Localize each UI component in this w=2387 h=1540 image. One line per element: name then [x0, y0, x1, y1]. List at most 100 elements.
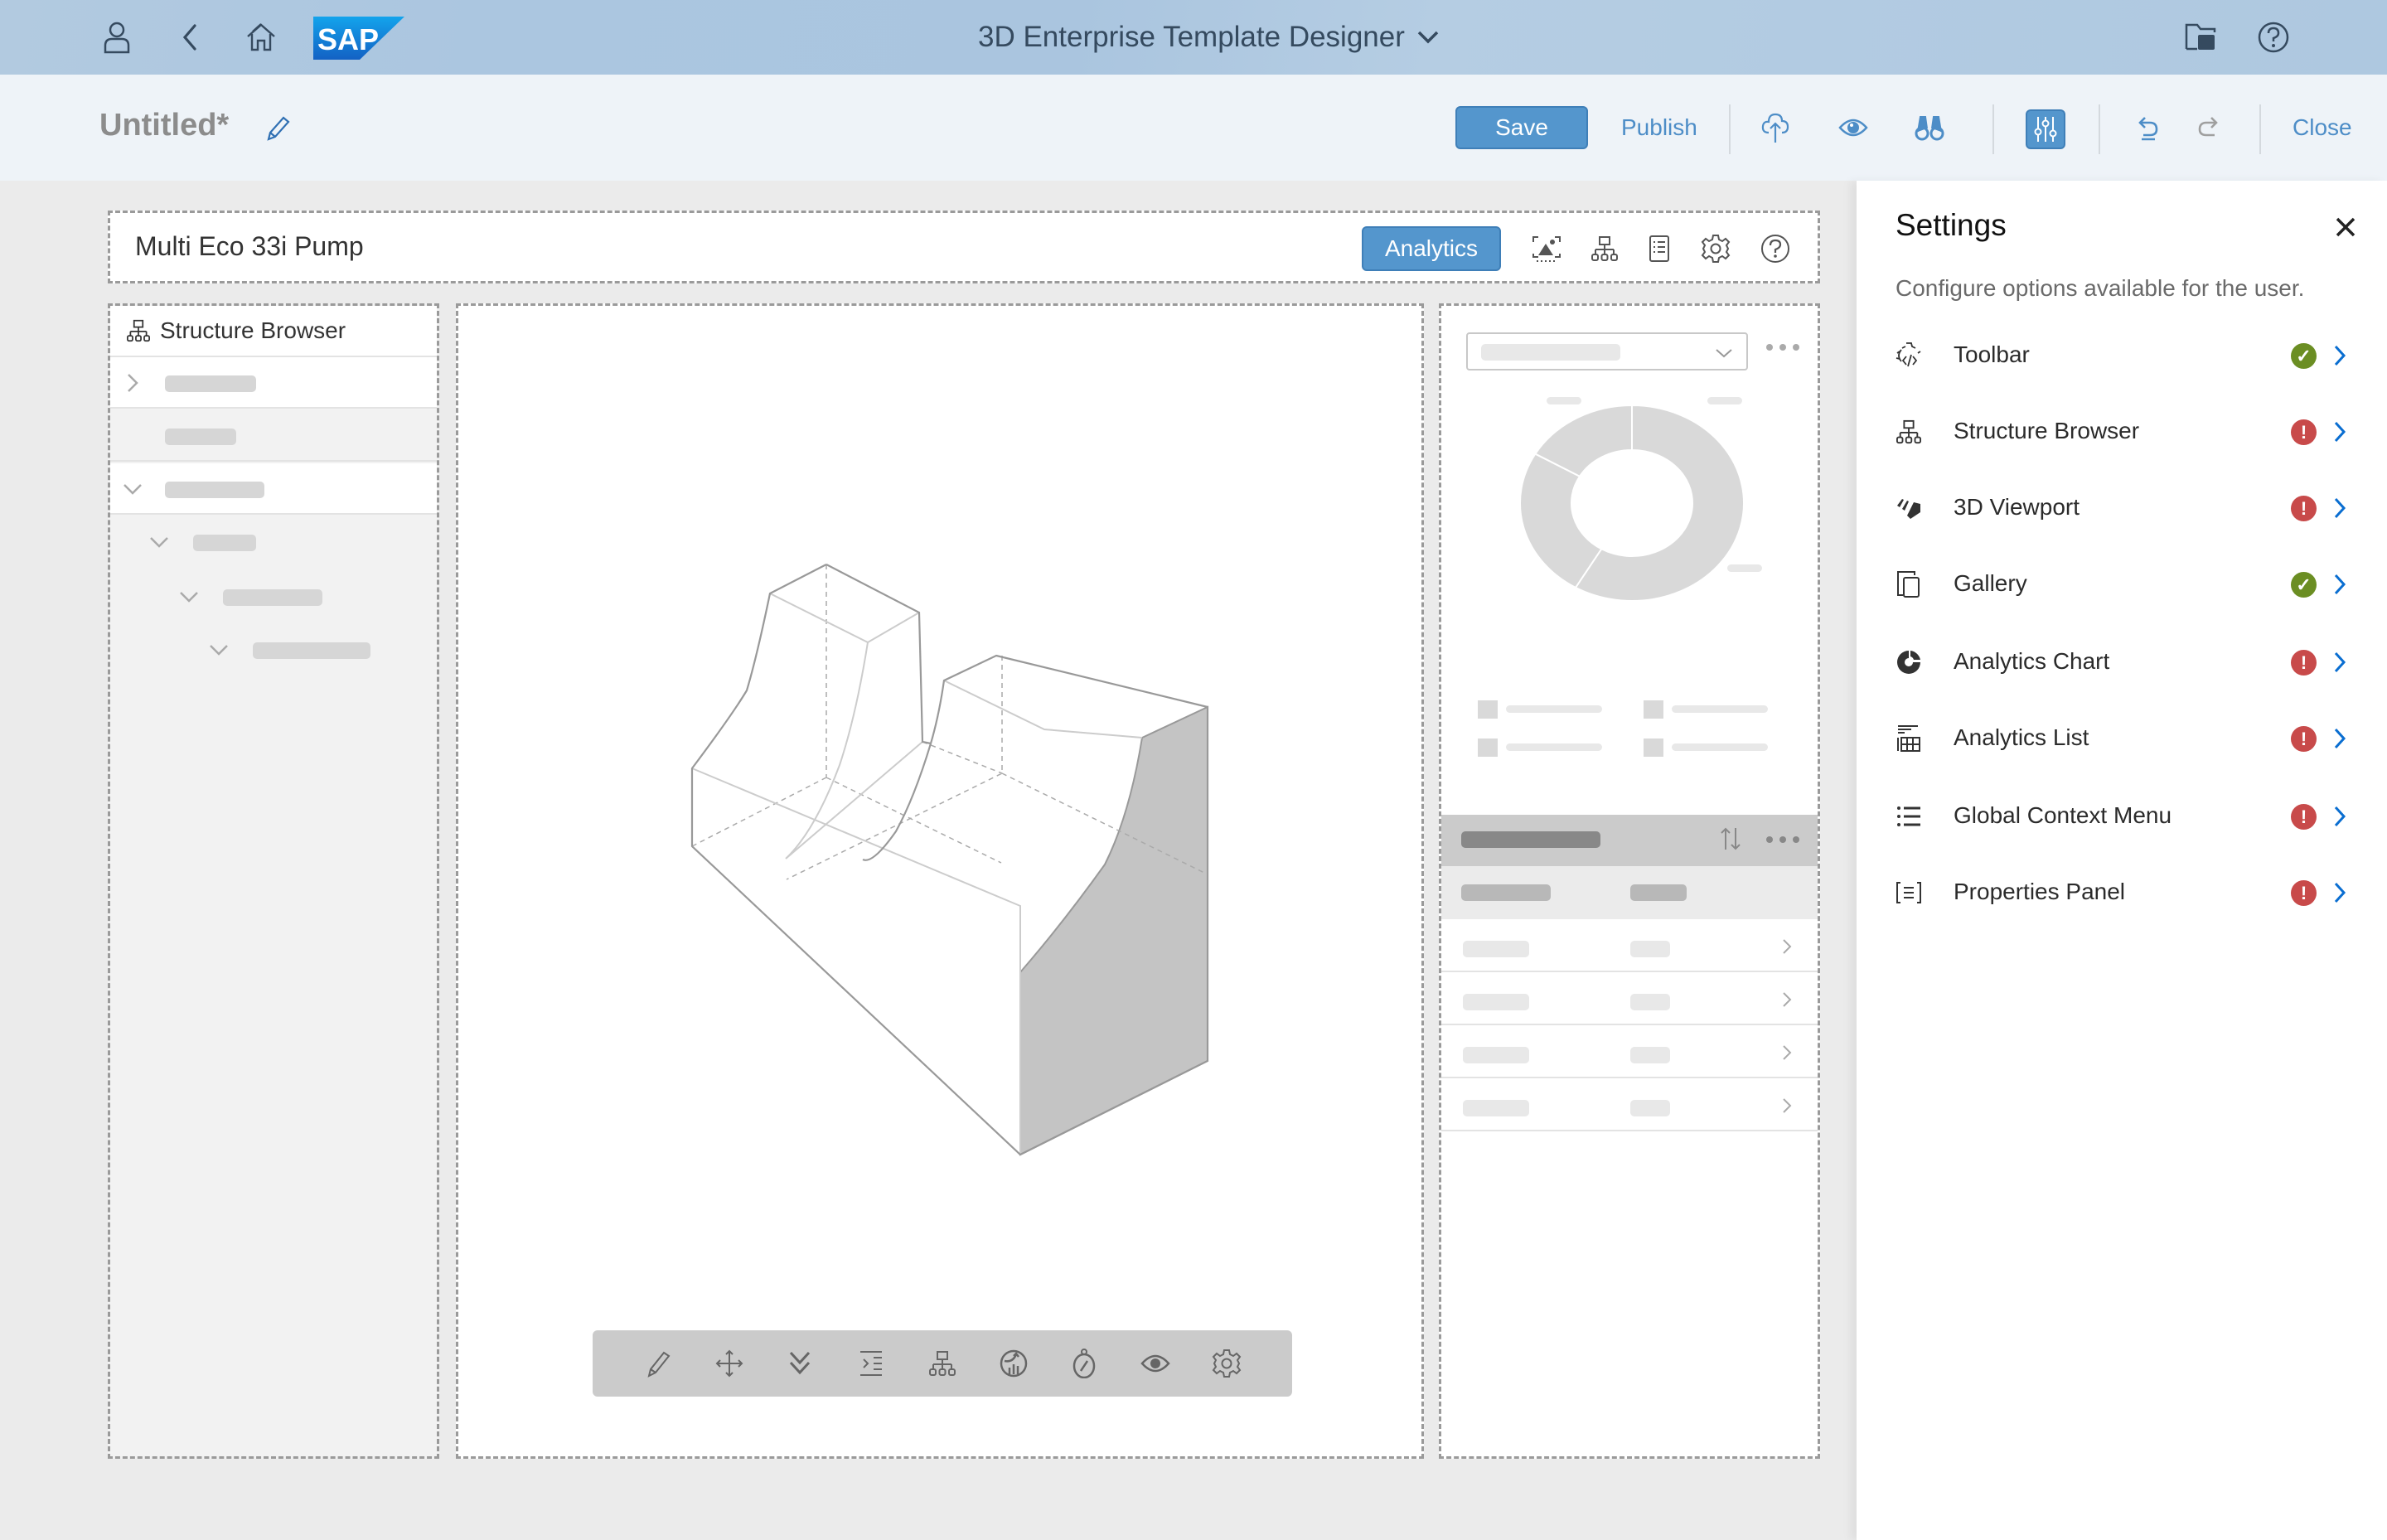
- list-row[interactable]: [1441, 972, 1818, 1025]
- tree-row[interactable]: [110, 410, 437, 462]
- settings-item-analytics-list[interactable]: Analytics List !: [1857, 709, 2387, 768]
- close-icon[interactable]: [2329, 211, 2362, 244]
- chevron-down-icon[interactable]: [178, 586, 200, 608]
- chevron-down-icon: [1716, 349, 1732, 358]
- status-error-icon: !: [2291, 804, 2317, 830]
- tree-row[interactable]: [110, 624, 437, 676]
- edit-title-pencil-icon[interactable]: [264, 114, 292, 143]
- legend-label-placeholder: [1506, 743, 1602, 751]
- chevron-right-icon: [2334, 497, 2346, 519]
- binoculars-icon[interactable]: [1911, 109, 1948, 146]
- tree-row[interactable]: [110, 571, 437, 622]
- back-icon[interactable]: [171, 18, 209, 56]
- tree-row[interactable]: [110, 516, 437, 568]
- legend-label-placeholder: [1506, 705, 1602, 713]
- settings-item-toolbar[interactable]: Toolbar ✓: [1857, 327, 2387, 385]
- tree-row[interactable]: [110, 357, 437, 409]
- chevron-down-icon[interactable]: [148, 531, 170, 553]
- analytics-button[interactable]: Analytics: [1362, 226, 1501, 271]
- gallery-icon: [1893, 569, 1925, 600]
- status-error-icon: !: [2291, 726, 2317, 752]
- list-menu-icon: [1893, 801, 1925, 832]
- column-header-placeholder: [1461, 884, 1551, 901]
- home-icon[interactable]: [242, 18, 280, 56]
- settings-item-3d-viewport[interactable]: 3D Viewport !: [1857, 479, 2387, 537]
- list-title-placeholder: [1461, 831, 1600, 848]
- more-options-icon[interactable]: [1765, 835, 1801, 845]
- settings-item-properties-panel[interactable]: Properties Panel !: [1857, 864, 2387, 922]
- analytics-icon[interactable]: [994, 1344, 1034, 1383]
- user-icon[interactable]: [98, 18, 136, 56]
- chart-select-dropdown[interactable]: [1466, 332, 1748, 370]
- tree-item-placeholder: [165, 482, 264, 498]
- donut-chart-icon: [1893, 647, 1925, 678]
- undo-icon[interactable]: [2130, 109, 2167, 146]
- settings-item-gallery[interactable]: Gallery ✓: [1857, 555, 2387, 613]
- hierarchy-icon: [127, 319, 150, 342]
- structure-browser-header: Structure Browser: [110, 306, 437, 357]
- chevron-down-icon[interactable]: [122, 478, 143, 500]
- hierarchy-icon[interactable]: [922, 1344, 962, 1383]
- tree-row[interactable]: [110, 463, 437, 515]
- cloud-upload-icon[interactable]: [1757, 109, 1794, 146]
- analytics-list-header: [1441, 815, 1818, 866]
- settings-item-label: Gallery: [1954, 570, 2027, 596]
- collapse-icon[interactable]: [780, 1344, 820, 1383]
- chevron-down-icon[interactable]: [208, 639, 230, 661]
- toolbar-separator: [2259, 104, 2261, 154]
- sap-logo-text: SAP: [317, 22, 379, 56]
- analytics-list-column-header: [1441, 866, 1818, 919]
- sort-icon[interactable]: [1720, 826, 1741, 851]
- list-row[interactable]: [1441, 919, 1818, 972]
- toolbar-separator: [1992, 104, 1994, 154]
- folder-icon[interactable]: [2181, 18, 2220, 56]
- document-title: Untitled*: [99, 108, 230, 143]
- pencil-icon[interactable]: [638, 1344, 678, 1383]
- table-list-icon: [1893, 723, 1925, 754]
- chevron-right-icon: [1783, 1098, 1792, 1113]
- preview-eye-icon[interactable]: [1835, 109, 1871, 146]
- more-options-icon[interactable]: [1765, 342, 1801, 352]
- close-button[interactable]: Close: [2293, 106, 2352, 149]
- cell-placeholder: [1630, 994, 1670, 1010]
- gear-icon[interactable]: [1207, 1344, 1247, 1383]
- publish-button[interactable]: Publish: [1621, 106, 1697, 149]
- list-row[interactable]: [1441, 1078, 1818, 1131]
- settings-item-analytics-chart[interactable]: Analytics Chart !: [1857, 633, 2387, 691]
- gear-icon[interactable]: [1697, 230, 1735, 268]
- hierarchy-icon[interactable]: [1586, 230, 1624, 268]
- help-icon[interactable]: [2254, 18, 2293, 56]
- app-title: 3D Enterprise Template Designer: [978, 21, 1405, 53]
- settings-item-global-context-menu[interactable]: Global Context Menu !: [1857, 787, 2387, 845]
- move-icon[interactable]: [709, 1344, 749, 1383]
- settings-item-label: Global Context Menu: [1954, 802, 2172, 828]
- redo-icon[interactable]: [2190, 109, 2226, 146]
- chevron-right-icon[interactable]: [122, 372, 143, 394]
- indent-icon[interactable]: [851, 1344, 891, 1383]
- eye-icon[interactable]: [1135, 1344, 1175, 1383]
- donut-label-placeholder-3: [1727, 564, 1762, 572]
- 3d-model[interactable]: [674, 550, 1221, 1163]
- status-error-icon: !: [2291, 650, 2317, 676]
- document-list-icon[interactable]: [1640, 230, 1678, 268]
- donut-label-placeholder-1: [1547, 397, 1581, 404]
- settings-item-label: Analytics List: [1954, 724, 2089, 750]
- help-icon[interactable]: [1756, 230, 1794, 268]
- settings-panel: Settings Configure options available for…: [1857, 181, 2387, 1540]
- settings-sliders-icon[interactable]: [2026, 109, 2065, 149]
- tree-item-placeholder: [223, 589, 322, 606]
- app-title-menu[interactable]: 3D Enterprise Template Designer: [978, 18, 1440, 56]
- toolbar-separator: [2099, 104, 2100, 154]
- cell-placeholder: [1630, 941, 1670, 957]
- image-capture-icon[interactable]: [1528, 230, 1566, 268]
- analytics-panel: [1439, 303, 1820, 1459]
- cell-placeholder: [1630, 1047, 1670, 1063]
- save-button[interactable]: Save: [1455, 106, 1588, 149]
- settings-item-label: Properties Panel: [1954, 879, 2126, 904]
- list-row[interactable]: [1441, 1025, 1818, 1078]
- sap-logo[interactable]: SAP: [313, 17, 404, 60]
- legend-swatch: [1644, 700, 1663, 719]
- settings-item-structure-browser[interactable]: Structure Browser !: [1857, 403, 2387, 461]
- compass-icon[interactable]: [1064, 1344, 1104, 1383]
- toolbar-separator: [1729, 104, 1731, 154]
